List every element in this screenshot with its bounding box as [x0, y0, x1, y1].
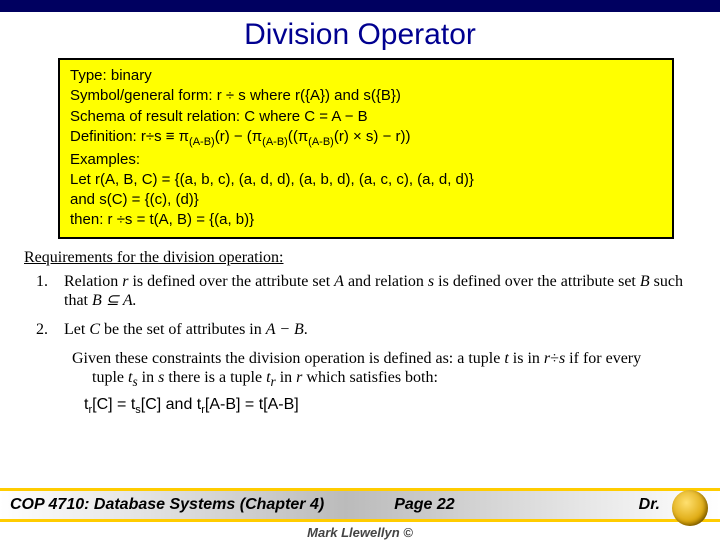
- equation-line: tr[C] = ts[C] and tr[A-B] = t[A-B]: [84, 396, 696, 417]
- footer-course: COP 4710: Database Systems (Chapter 4): [10, 496, 324, 514]
- requirement-2: Let C be the set of attributes in A − B.: [52, 321, 696, 340]
- slide-title: Division Operator: [0, 18, 720, 52]
- ucf-logo-icon: [672, 490, 708, 526]
- definition-box: Type: binary Symbol/general form: r ÷ s …: [58, 58, 674, 239]
- requirements-list: Relation r is defined over the attribute…: [24, 273, 696, 340]
- def-schema: Schema of result relation: C where C = A…: [70, 107, 662, 127]
- footer-page: Page 22: [394, 496, 454, 514]
- def-definition: Definition: r÷s ≡ π(A-B)(r) − (π(A-B)((π…: [70, 127, 662, 150]
- def-then: then: r ÷s = t(A, B) = {(a, b)}: [70, 210, 662, 230]
- footer-author: Dr.: [639, 496, 660, 514]
- footer-copyright: Mark Llewellyn ©: [0, 525, 720, 540]
- def-examples-label: Examples:: [70, 150, 662, 170]
- body-text: Requirements for the division operation:…: [24, 249, 696, 417]
- def-let-r: Let r(A, B, C) = {(a, b, c), (a, d, d), …: [70, 170, 662, 190]
- header-bar: [0, 0, 720, 12]
- footer-band: COP 4710: Database Systems (Chapter 4) P…: [0, 488, 720, 522]
- def-symbol: Symbol/general form: r ÷ s where r({A}) …: [70, 86, 662, 106]
- def-and-s: and s(C) = {(c), (d)}: [70, 190, 662, 210]
- requirement-1: Relation r is defined over the attribute…: [52, 273, 696, 311]
- requirements-heading: Requirements for the division operation:: [24, 249, 696, 268]
- given-constraints: Given these constraints the division ope…: [72, 350, 676, 390]
- def-type: Type: binary: [70, 66, 662, 86]
